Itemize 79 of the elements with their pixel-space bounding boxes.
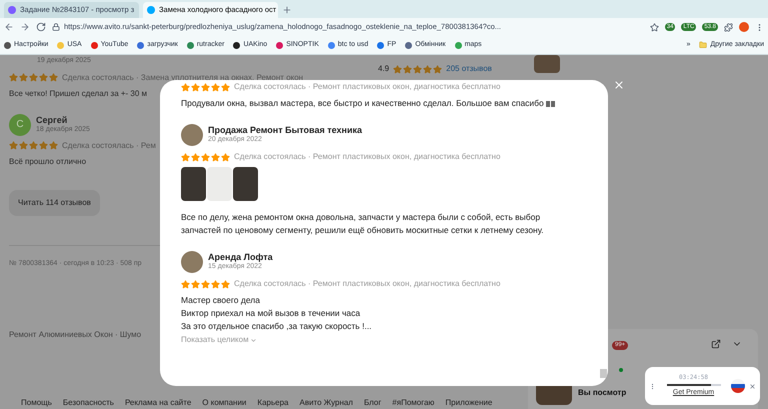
reviewer-name: Аренда Лофта: [208, 252, 273, 262]
star-icon: [9, 141, 18, 150]
star-icon: [181, 82, 190, 92]
star-icon: [211, 82, 220, 92]
star-icon: [221, 152, 230, 162]
footer-link[interactable]: Помощь: [21, 397, 52, 409]
reload-icon[interactable]: [36, 22, 46, 32]
review-text: Продували окна, вызвал мастера, все быстро и качественно сделал. Большое вам спасибо: [181, 97, 544, 110]
more-icon[interactable]: [649, 382, 656, 390]
rating-score: 4.9: [378, 63, 390, 75]
star-icon: [181, 280, 190, 288]
star-icon: [191, 82, 200, 92]
footer-link[interactable]: Блог: [364, 397, 382, 409]
flag-icon: [731, 379, 745, 393]
star-icon: [423, 64, 432, 74]
star-icon: [221, 280, 230, 288]
review-text: Виктор приехал на мой вызов в течении часа: [181, 307, 362, 320]
scrollbar-thumb[interactable]: [600, 369, 607, 378]
tab-favicon-icon: [8, 6, 16, 14]
star-icon: [19, 141, 28, 150]
extensions-icon[interactable]: [724, 22, 733, 32]
star-icon: [201, 82, 210, 92]
star-icon: [433, 64, 442, 74]
reviewer-name: Сергей: [36, 114, 68, 126]
tab-favicon-icon: [147, 6, 155, 14]
star-icon: [49, 73, 58, 82]
close-icon[interactable]: [613, 79, 625, 91]
star-icon: [403, 64, 412, 74]
star-icon: [221, 82, 230, 92]
lock-icon: [52, 23, 60, 31]
star-icon: [29, 73, 38, 82]
chevron-icon: [250, 336, 257, 344]
new-tab-icon[interactable]: [282, 5, 292, 15]
star-icon: [211, 280, 220, 288]
star-icon: [9, 73, 18, 82]
footer-link[interactable]: Приложение: [445, 397, 492, 409]
avatar-photo: [181, 251, 203, 273]
deal-info: Сделка состоялась · Замена уплотнителя на окнах. Ремонт окон: [62, 72, 304, 83]
folder-icon: [699, 41, 708, 49]
forward-icon[interactable]: [20, 22, 30, 32]
star-icon: [201, 152, 210, 162]
footer-link[interactable]: О компании: [202, 397, 246, 409]
star-icon: [191, 280, 200, 288]
star-icon: [49, 141, 58, 150]
footer-link[interactable]: Безопасность: [62, 397, 114, 409]
deal-info: Сделка состоялась · Ремонт пластиковых окон, диагностика бесплатно: [234, 151, 500, 163]
footer-link[interactable]: Карьера: [257, 397, 288, 409]
star-icon: [201, 280, 210, 288]
review-text: Всё прошло отлично: [9, 156, 86, 168]
back-icon[interactable]: [4, 22, 14, 32]
deal-info: Сделка состоялась · Ремонт пластиковых окон, диагностика бесплатно: [234, 278, 500, 290]
deal-info: Сделка состоялась · Ремонт пластиковых окон, диагностика бесплатно: [234, 81, 500, 93]
review-text: Все четко! Пришел сделал за +- 30 м: [9, 88, 148, 100]
footer-link[interactable]: Авито Журнал: [299, 397, 353, 409]
star-icon: [211, 152, 220, 162]
close-icon[interactable]: [749, 382, 756, 390]
review-text: Мастер своего дела: [181, 294, 261, 307]
deal-info: Сделка состоялась · Рем: [62, 140, 156, 152]
footer-link[interactable]: #яПомогаю: [392, 397, 434, 409]
star-icon: [39, 73, 48, 82]
avatar-photo: [181, 124, 203, 146]
external-link-icon[interactable]: [711, 339, 721, 349]
bookmark-star-icon[interactable]: [650, 22, 659, 32]
star-icon: [19, 73, 28, 82]
read-reviews-button[interactable]: Читать 114 отзывов: [9, 190, 100, 216]
related-services: Ремонт Алюминиевых Окон · Шумо: [9, 329, 142, 342]
star-icon: [191, 152, 200, 162]
review-text: За это отдельное спасибо ,за такую скорость !...: [181, 320, 372, 333]
footer-link[interactable]: Реклама на сайте: [124, 397, 192, 409]
photo-placeholder: [534, 55, 560, 73]
star-icon: [413, 64, 422, 74]
chat-preview: Вы посмотр: [578, 387, 626, 399]
star-icon: [393, 64, 402, 74]
profile-icon[interactable]: [739, 22, 749, 32]
star-icon: [29, 141, 38, 150]
review-text: Все по делу, жена ремонтом окна довольна, запчасти у мастера были с собой, есть выбор запчастей по ценовому сегменту, решили ещё обновить москитные сетки к летнему сезону.: [181, 211, 545, 237]
star-icon: [39, 141, 48, 150]
star-icon: [181, 152, 190, 162]
reviewer-name: Продажа Ремонт Бытовая техника: [208, 125, 362, 136]
